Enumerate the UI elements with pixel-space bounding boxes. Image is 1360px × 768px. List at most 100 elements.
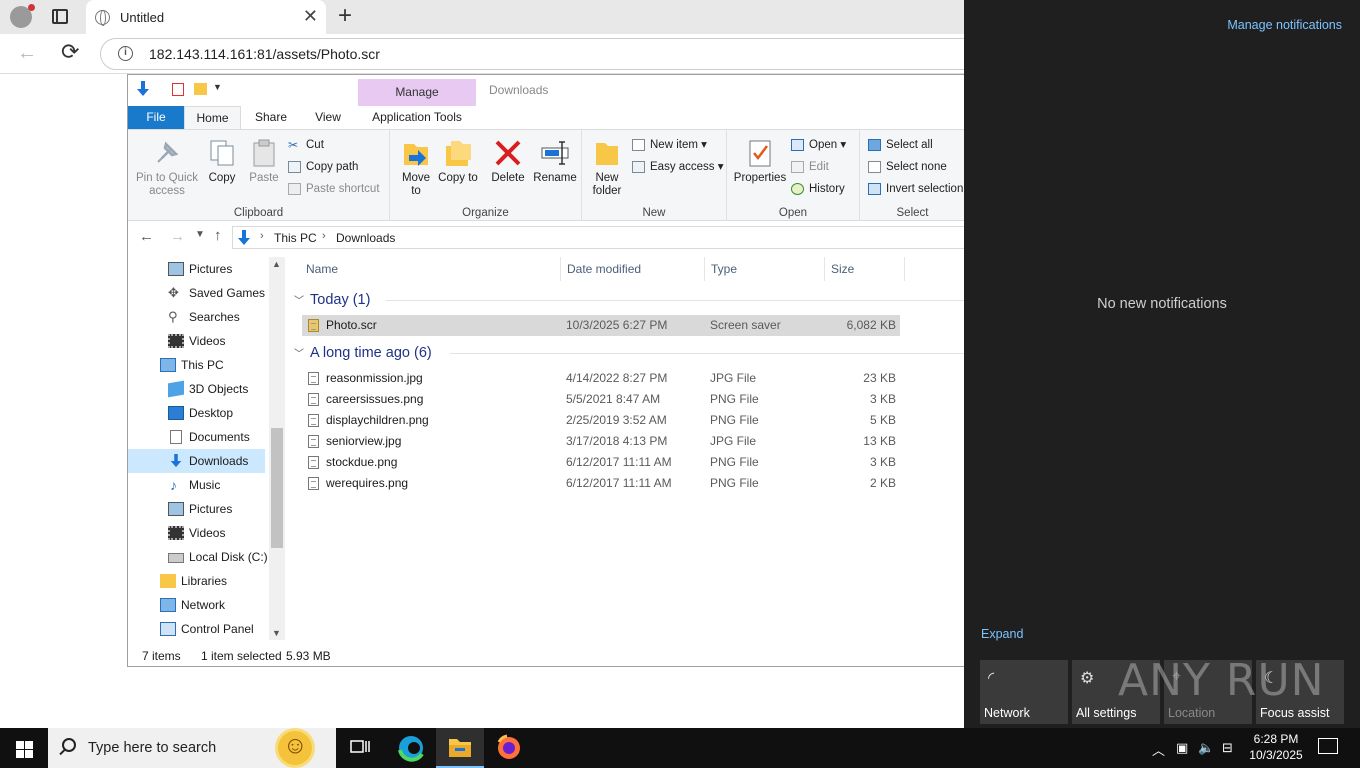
back-button[interactable]: ← (17, 42, 37, 65)
invert-selection-button[interactable]: Invert selection (868, 180, 963, 198)
nav-item-videos-2[interactable]: Videos (128, 521, 269, 545)
nav-item-music[interactable]: ♪ Music (128, 473, 269, 497)
breadcrumb-separator-icon[interactable]: › (322, 230, 326, 242)
select-none-button[interactable]: Select none (868, 158, 947, 176)
copy-to-button[interactable]: Copy to (438, 138, 478, 185)
breadcrumb-this-pc[interactable]: This PC (274, 231, 317, 245)
file-date: 2/25/2019 3:52 AM (566, 413, 667, 427)
properties-check-icon[interactable] (172, 83, 184, 96)
move-to-button[interactable]: Move to (396, 138, 436, 198)
nav-item-libraries[interactable]: Libraries (128, 569, 269, 593)
edit-button[interactable]: Edit (791, 158, 829, 176)
edge-button[interactable] (388, 728, 436, 768)
recent-locations-icon[interactable]: ▼ (195, 229, 205, 240)
scroll-down-icon[interactable]: ▼ (272, 628, 281, 638)
nav-item-this-pc[interactable]: This PC (128, 353, 269, 377)
nav-item-network[interactable]: Network (128, 593, 269, 617)
open-button[interactable]: Open ▾ (791, 136, 846, 154)
file-row[interactable]: displaychildren.png 2/25/2019 3:52 AM PN… (302, 410, 900, 431)
file-explorer-button[interactable] (436, 728, 484, 768)
browser-tab[interactable]: Untitled ✕ (86, 0, 326, 34)
url-text[interactable]: 182.143.114.161:81/assets/Photo.scr (149, 46, 380, 62)
tab-application-tools[interactable]: Application Tools (358, 106, 476, 129)
scrollbar-thumb[interactable] (271, 428, 283, 548)
tab-close-icon[interactable]: ✕ (303, 6, 318, 26)
notification-center-icon[interactable] (1318, 738, 1338, 754)
new-folder-icon[interactable] (194, 83, 207, 95)
explorer-back-icon[interactable]: ← (139, 228, 154, 245)
group-header-long-ago[interactable]: ﹀ A long time ago (6) (294, 342, 432, 364)
rename-button[interactable]: Rename (532, 138, 578, 185)
column-type[interactable]: Type (705, 257, 825, 281)
file-row[interactable]: Photo.scr 10/3/2025 6:27 PM Screen saver… (302, 315, 900, 336)
nav-item-desktop[interactable]: Desktop (128, 401, 269, 425)
nav-item-local-disk[interactable]: Local Disk (C:) (128, 545, 269, 569)
file-row[interactable]: seniorview.jpg 3/17/2018 4:13 PM JPG Fil… (302, 431, 900, 452)
nav-item-pictures-2[interactable]: Pictures (128, 497, 269, 521)
reload-button[interactable]: ⟳ (61, 39, 79, 65)
manage-notifications-link[interactable]: Manage notifications (1227, 18, 1342, 32)
pin-quick-access-button[interactable]: Pin to Quick access (134, 138, 200, 198)
navigation-scrollbar[interactable]: ▲ ▼ (269, 257, 285, 640)
easy-access-button[interactable]: Easy access ▾ (632, 158, 724, 176)
group-header-today[interactable]: ﹀ Today (1) (294, 289, 370, 311)
breadcrumb[interactable]: › This PC › Downloads (232, 226, 965, 249)
start-button[interactable] (0, 728, 48, 768)
manage-contextual-tab[interactable]: Manage (358, 79, 476, 106)
cut-button[interactable]: ✂ Cut (288, 136, 324, 154)
network-tray-icon[interactable]: ⊟ (1222, 740, 1233, 756)
meet-now-icon[interactable]: ▣ (1176, 740, 1188, 756)
column-date-modified[interactable]: Date modified (561, 257, 705, 281)
search-highlight-icon[interactable] (278, 731, 312, 765)
show-hidden-icons-icon[interactable]: ︿ (1152, 740, 1165, 759)
volume-icon[interactable]: 🔈 (1198, 740, 1214, 756)
customize-toolbar-icon[interactable]: ▼ (213, 82, 222, 92)
tab-view[interactable]: View (304, 106, 352, 129)
taskbar-search[interactable]: Type here to search (48, 728, 336, 768)
expand-link[interactable]: Expand (981, 627, 1023, 641)
nav-item-saved-games[interactable]: ✥ Saved Games (128, 281, 269, 305)
properties-button[interactable]: Properties (731, 138, 789, 185)
tab-actions-icon[interactable] (52, 9, 68, 24)
firefox-button[interactable] (486, 728, 534, 768)
breadcrumb-separator-icon[interactable]: › (260, 230, 264, 242)
profile-avatar-icon[interactable] (10, 4, 35, 28)
edge-icon (398, 736, 424, 762)
history-button[interactable]: History (791, 180, 845, 198)
tab-share[interactable]: Share (248, 106, 294, 129)
nav-item-searches[interactable]: ⚲ Searches (128, 305, 269, 329)
tab-home[interactable]: Home (184, 106, 241, 129)
nav-item-videos[interactable]: Videos (128, 329, 269, 353)
address-bar[interactable]: i 182.143.114.161:81/assets/Photo.scr (100, 38, 980, 70)
file-row[interactable]: reasonmission.jpg 4/14/2022 8:27 PM JPG … (302, 368, 900, 389)
site-info-icon[interactable]: i (118, 46, 133, 61)
nav-item-downloads[interactable]: Downloads (128, 449, 265, 473)
copy-button[interactable]: Copy (202, 138, 242, 185)
select-all-button[interactable]: Select all (868, 136, 933, 154)
column-size[interactable]: Size (825, 257, 905, 281)
file-row[interactable]: stockdue.png 6/12/2017 11:11 AM PNG File… (302, 452, 900, 473)
tab-file[interactable]: File (128, 106, 184, 129)
new-folder-button[interactable]: New folder (586, 138, 628, 198)
column-name[interactable]: Name (300, 257, 561, 281)
new-item-button[interactable]: New item ▾ (632, 136, 707, 154)
nav-item-3d-objects[interactable]: 3D Objects (128, 377, 269, 401)
task-view-button[interactable] (336, 728, 384, 768)
nav-label: Local Disk (C:) (189, 550, 268, 564)
file-row[interactable]: werequires.png 6/12/2017 11:11 AM PNG Fi… (302, 473, 900, 494)
scroll-up-icon[interactable]: ▲ (272, 259, 281, 269)
quick-action-network[interactable]: ◜ Network (980, 660, 1068, 724)
breadcrumb-downloads[interactable]: Downloads (336, 231, 395, 245)
new-tab-button[interactable]: + (338, 3, 352, 29)
delete-button[interactable]: Delete (486, 138, 530, 185)
explorer-forward-icon[interactable]: → (170, 228, 185, 245)
copy-path-button[interactable]: Copy path (288, 158, 358, 176)
system-clock[interactable]: 6:28 PM 10/3/2025 (1240, 731, 1312, 763)
up-level-icon[interactable]: ↑ (214, 227, 222, 244)
nav-item-documents[interactable]: Documents (128, 425, 269, 449)
paste-shortcut-button[interactable]: Paste shortcut (288, 180, 380, 198)
file-row[interactable]: careersissues.png 5/5/2021 8:47 AM PNG F… (302, 389, 900, 410)
nav-item-control-panel[interactable]: Control Panel (128, 617, 269, 640)
paste-button[interactable]: Paste (244, 138, 284, 185)
nav-item-pictures[interactable]: Pictures (128, 257, 269, 281)
